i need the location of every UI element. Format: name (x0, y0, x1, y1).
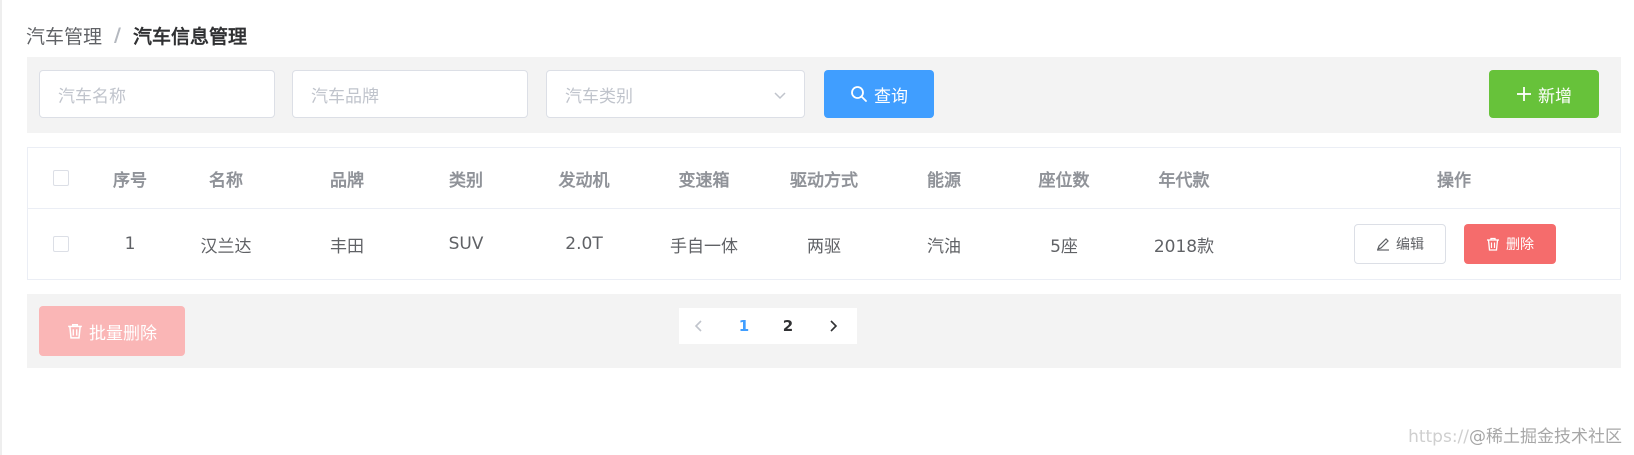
car-brand-input[interactable]: 汽车品牌 (292, 70, 528, 118)
cell-index: 1 (124, 234, 136, 254)
breadcrumb-current: 汽车信息管理 (132, 25, 247, 48)
page-2[interactable]: 2 (768, 308, 808, 344)
next-page-button[interactable] (813, 308, 853, 344)
cell-brand: 丰田 (330, 236, 364, 257)
trash-icon (1487, 237, 1499, 251)
batch-delete-button[interactable]: 批量删除 (39, 306, 185, 356)
query-button[interactable]: 查询 (824, 70, 934, 118)
breadcrumb-separator: / (114, 24, 121, 46)
page-1[interactable]: 1 (724, 308, 764, 344)
search-icon (851, 86, 867, 102)
col-header-gearbox: 变速箱 (678, 170, 730, 191)
col-header-type: 类别 (449, 170, 483, 191)
batch-delete-label: 批量删除 (89, 323, 157, 344)
car-table: 序号 名称 品牌 类别 发动机 变速箱 驱动方式 能源 座位数 年代款 操作 1… (27, 147, 1621, 280)
plus-icon (1517, 87, 1531, 101)
table-row: 1 汉兰达 丰田 SUV 2.0T 手自一体 两驱 汽油 5座 2018款 编辑 (28, 209, 1620, 279)
car-name-input[interactable]: 汽车名称 (39, 70, 275, 118)
col-header-actions: 操作 (1437, 170, 1471, 191)
car-type-select[interactable]: 汽车类别 (546, 70, 805, 118)
cell-drive: 两驱 (807, 236, 841, 257)
watermark: https://@稀土掘金技术社区 (1408, 422, 1622, 447)
cell-energy: 汽油 (927, 236, 961, 257)
cell-model-year: 2018款 (1153, 236, 1215, 257)
edit-button-label: 编辑 (1396, 237, 1424, 253)
edit-button[interactable]: 编辑 (1354, 224, 1446, 264)
chevron-right-icon (830, 320, 838, 332)
breadcrumb: 汽车管理 / 汽车信息管理 (26, 22, 247, 48)
delete-button[interactable]: 删除 (1464, 224, 1556, 264)
prev-page-button[interactable] (679, 308, 719, 344)
trash-icon (68, 323, 82, 339)
search-bar: 汽车名称 汽车品牌 汽车类别 查询 新增 (27, 57, 1621, 133)
query-button-label: 查询 (874, 86, 908, 107)
col-header-energy: 能源 (927, 170, 961, 191)
car-type-placeholder: 汽车类别 (565, 86, 633, 107)
cell-name: 汉兰达 (200, 236, 252, 257)
add-button-label: 新增 (1538, 86, 1572, 107)
pagination: 1 2 (679, 308, 857, 344)
left-divider (0, 0, 2, 455)
col-header-index: 序号 (113, 170, 147, 191)
page: 汽车管理 / 汽车信息管理 汽车名称 汽车品牌 汽车类别 查询 新增 序号 名称… (0, 0, 1634, 455)
breadcrumb-parent[interactable]: 汽车管理 (26, 22, 102, 49)
col-header-drive: 驱动方式 (790, 170, 858, 191)
col-header-seats: 座位数 (1038, 170, 1090, 191)
select-all-checkbox[interactable] (53, 170, 69, 186)
delete-button-label: 删除 (1506, 237, 1534, 253)
cell-seats: 5座 (1050, 236, 1078, 257)
cell-type: SUV (448, 234, 484, 254)
col-header-brand: 品牌 (330, 170, 364, 191)
cell-gearbox: 手自一体 (670, 236, 738, 257)
car-name-placeholder: 汽车名称 (58, 86, 126, 107)
watermark-text: @稀土掘金技术社区 (1469, 427, 1622, 447)
chevron-down-icon (774, 92, 786, 100)
footer-bar: 批量删除 1 2 (27, 294, 1621, 368)
add-button[interactable]: 新增 (1489, 70, 1599, 118)
cell-engine: 2.0T (565, 234, 603, 254)
col-header-model-year: 年代款 (1158, 170, 1210, 191)
edit-icon (1377, 238, 1389, 251)
car-brand-placeholder: 汽车品牌 (311, 86, 379, 107)
col-header-engine: 发动机 (558, 170, 610, 191)
chevron-left-icon (694, 320, 702, 332)
watermark-prefix: https:// (1408, 427, 1469, 447)
col-header-name: 名称 (209, 170, 243, 191)
table-header-row: 序号 名称 品牌 类别 发动机 变速箱 驱动方式 能源 座位数 年代款 操作 (28, 148, 1620, 209)
row-checkbox[interactable] (53, 236, 69, 252)
